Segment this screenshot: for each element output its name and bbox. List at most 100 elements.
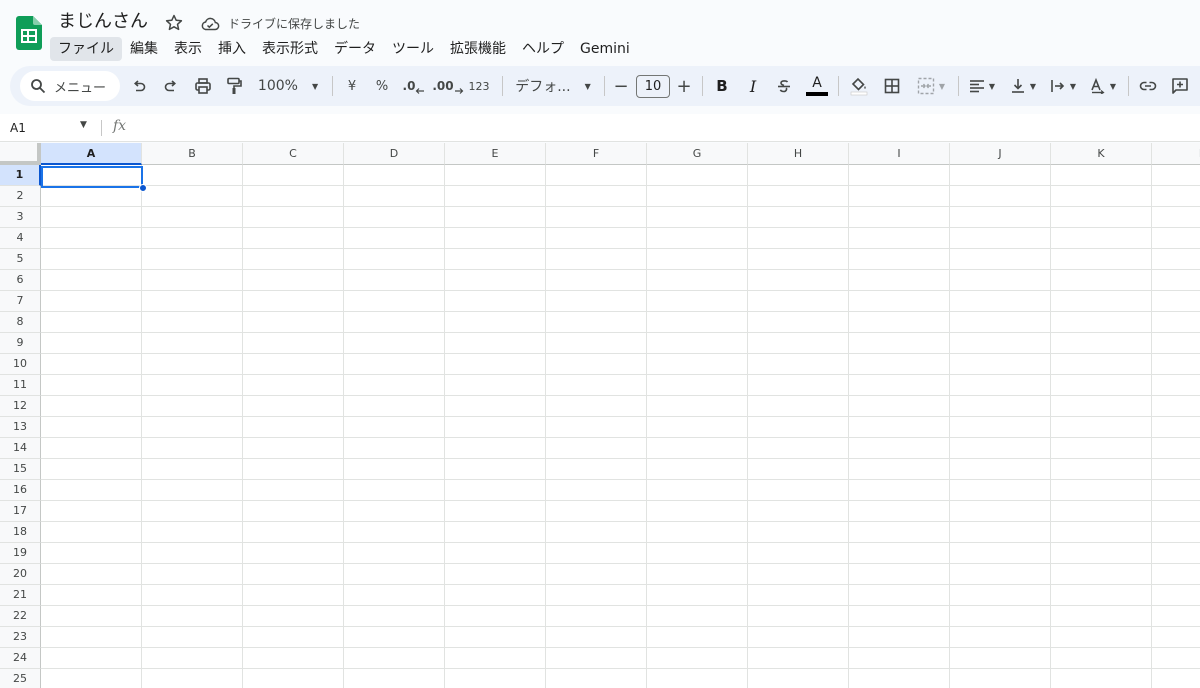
borders-button[interactable]: [880, 66, 904, 106]
menu-tools[interactable]: ツール: [384, 37, 442, 61]
paint-format-button[interactable]: [222, 66, 246, 106]
column-header-h[interactable]: H: [748, 143, 849, 165]
fill-color-button[interactable]: [846, 66, 872, 106]
font-size-input[interactable]: 10: [636, 75, 670, 98]
column-header-b[interactable]: B: [142, 143, 243, 165]
row-header-13[interactable]: 13: [0, 417, 41, 438]
row-header-19[interactable]: 19: [0, 543, 41, 564]
font-family-select[interactable]: デフォ... ▼: [510, 66, 596, 106]
redo-button[interactable]: [159, 66, 183, 106]
column-header-i[interactable]: I: [849, 143, 950, 165]
zoom-select[interactable]: 100% ▼: [256, 66, 320, 106]
menu-insert[interactable]: 挿入: [210, 37, 254, 61]
toolbar-divider: [838, 76, 839, 96]
zoom-dropdown-icon: ▼: [311, 81, 319, 91]
column-header-k[interactable]: K: [1051, 143, 1152, 165]
column-header-g[interactable]: G: [647, 143, 748, 165]
valign-dropdown-icon: ▼: [1029, 81, 1037, 91]
row-header-12[interactable]: 12: [0, 396, 41, 417]
sheets-logo-icon[interactable]: [16, 16, 42, 50]
insert-link-button[interactable]: [1136, 66, 1160, 106]
row-header-4[interactable]: 4: [0, 228, 41, 249]
merge-cells-button[interactable]: ▼: [910, 66, 952, 106]
row-header-22[interactable]: 22: [0, 606, 41, 627]
cell-area[interactable]: [41, 165, 1200, 688]
name-box[interactable]: A1: [10, 119, 26, 137]
menu-extensions[interactable]: 拡張機能: [442, 37, 514, 61]
row-header-11[interactable]: 11: [0, 375, 41, 396]
text-color-button[interactable]: A: [804, 66, 830, 106]
row-header-24[interactable]: 24: [0, 648, 41, 669]
row-header-14[interactable]: 14: [0, 438, 41, 459]
strikethrough-button[interactable]: [772, 66, 796, 106]
row-header-16[interactable]: 16: [0, 480, 41, 501]
text-wrapping-button[interactable]: ▼: [1046, 66, 1080, 106]
column-header-e[interactable]: E: [445, 143, 546, 165]
row-header-3[interactable]: 3: [0, 207, 41, 228]
row-header-5[interactable]: 5: [0, 249, 41, 270]
row-header-10[interactable]: 10: [0, 354, 41, 375]
cloud-saved-icon[interactable]: [200, 14, 220, 34]
menu-format[interactable]: 表示形式: [254, 37, 326, 61]
select-all-corner[interactable]: [0, 143, 41, 165]
column-header-d[interactable]: D: [344, 143, 445, 165]
menu-search-label: メニュー: [54, 80, 107, 96]
strikethrough-icon: [778, 80, 790, 93]
decrease-decimal-button[interactable]: .0: [400, 66, 428, 106]
star-icon[interactable]: [164, 13, 184, 33]
increase-font-size-button[interactable]: +: [673, 66, 695, 106]
row-header-2[interactable]: 2: [0, 186, 41, 207]
text-rotation-button[interactable]: ▼: [1086, 66, 1120, 106]
arrow-right-icon: [454, 88, 463, 94]
menu-edit[interactable]: 編集: [122, 37, 166, 61]
row-header-17[interactable]: 17: [0, 501, 41, 522]
row-header-21[interactable]: 21: [0, 585, 41, 606]
active-cell-a1[interactable]: [41, 166, 143, 188]
row-header-20[interactable]: 20: [0, 564, 41, 585]
row-header-8[interactable]: 8: [0, 312, 41, 333]
name-box-dropdown-icon[interactable]: ▼: [80, 120, 87, 130]
paint-bucket-icon: [850, 77, 868, 96]
row-header-7[interactable]: 7: [0, 291, 41, 312]
document-title[interactable]: まじんさん: [58, 10, 148, 34]
menu-help[interactable]: ヘルプ: [514, 37, 572, 61]
vertical-align-button[interactable]: ▼: [1006, 66, 1040, 106]
bold-button[interactable]: B: [710, 66, 734, 106]
borders-icon: [884, 78, 900, 94]
italic-button[interactable]: I: [741, 66, 765, 106]
fill-handle[interactable]: [139, 184, 147, 192]
print-button[interactable]: [191, 66, 215, 106]
column-header-j[interactable]: J: [950, 143, 1051, 165]
insert-comment-button[interactable]: [1168, 66, 1192, 106]
menu-view[interactable]: 表示: [166, 37, 210, 61]
row-header-6[interactable]: 6: [0, 270, 41, 291]
number-format-button[interactable]: 123: [466, 66, 492, 106]
menu-search-button[interactable]: メニュー: [20, 71, 120, 101]
row-header-1[interactable]: 1: [0, 165, 41, 186]
add-comment-icon: [1172, 78, 1188, 94]
row-header-15[interactable]: 15: [0, 459, 41, 480]
column-header-a[interactable]: A: [41, 143, 142, 165]
currency-format-button[interactable]: ¥: [340, 66, 364, 106]
horizontal-align-button[interactable]: ▼: [964, 66, 1000, 106]
increase-decimal-label: .00: [432, 79, 454, 93]
text-overflow-icon: [1051, 80, 1065, 92]
decrease-font-size-button[interactable]: −: [610, 66, 632, 106]
save-status: ドライブに保存しました: [228, 17, 361, 31]
row-header-23[interactable]: 23: [0, 627, 41, 648]
search-icon: [31, 79, 46, 94]
column-header-c[interactable]: C: [243, 143, 344, 165]
menu-data[interactable]: データ: [326, 37, 384, 61]
column-header-f[interactable]: F: [546, 143, 647, 165]
row-header-25[interactable]: 25: [0, 669, 41, 688]
menu-gemini[interactable]: Gemini: [572, 37, 638, 61]
increase-decimal-button[interactable]: .00: [432, 66, 464, 106]
column-header-l[interactable]: L: [1152, 143, 1200, 165]
menu-file[interactable]: ファイル: [50, 37, 122, 61]
menu-bar: ファイル 編集 表示 挿入 表示形式 データ ツール 拡張機能 ヘルプ Gemi…: [50, 37, 638, 61]
row-header-9[interactable]: 9: [0, 333, 41, 354]
toolbar-divider: [332, 76, 333, 96]
row-header-18[interactable]: 18: [0, 522, 41, 543]
percent-format-button[interactable]: %: [370, 66, 394, 106]
undo-button[interactable]: [127, 66, 151, 106]
